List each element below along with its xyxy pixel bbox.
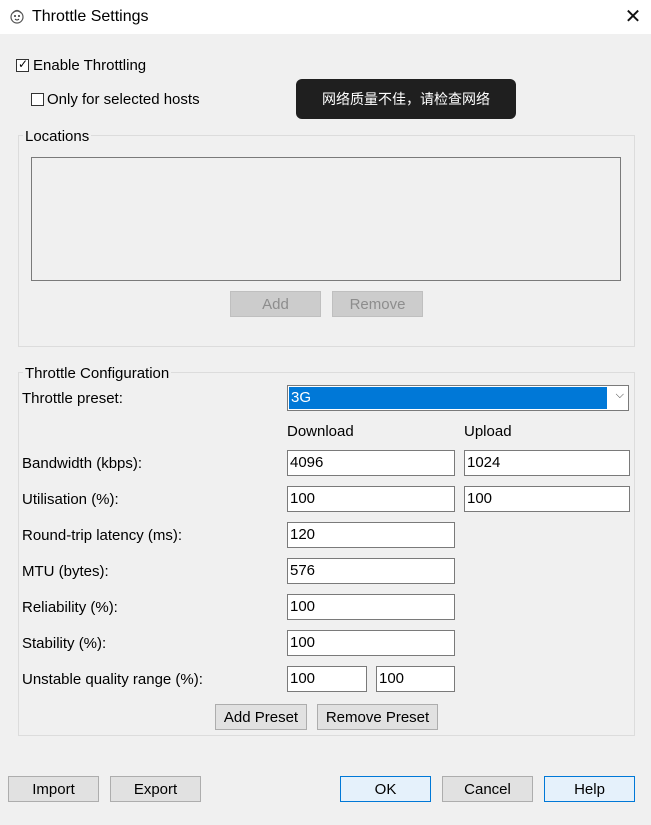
export-button[interactable]: Export (110, 776, 201, 802)
close-icon[interactable]: ✕ (625, 6, 642, 28)
throttle-preset-value[interactable]: 3G (289, 387, 607, 409)
import-button[interactable]: Import (8, 776, 99, 802)
cancel-button[interactable]: Cancel (442, 776, 533, 802)
add-preset-button[interactable]: Add Preset (215, 704, 307, 730)
utilisation-upload-input[interactable]: 100 (464, 486, 630, 512)
utilisation-download-input[interactable]: 100 (287, 486, 455, 512)
only-selected-hosts-checkbox[interactable] (31, 93, 44, 106)
bandwidth-upload-input[interactable]: 1024 (464, 450, 630, 476)
only-selected-hosts-label[interactable]: Only for selected hosts (47, 91, 200, 108)
locations-legend: Locations (23, 128, 92, 145)
utilisation-label: Utilisation (%): (22, 491, 119, 508)
stability-label: Stability (%): (22, 635, 107, 652)
latency-label: Round-trip latency (ms): (22, 527, 183, 544)
window-title: Throttle Settings (32, 8, 149, 25)
throttle-preset-select[interactable]: 3G ⌵ (287, 385, 629, 411)
stability-input[interactable]: 100 (287, 630, 455, 656)
enable-throttling-checkbox[interactable]: ✓ (16, 57, 29, 72)
throttle-configuration-legend: Throttle Configuration (23, 365, 172, 382)
remove-location-button[interactable]: Remove (332, 291, 423, 317)
locations-list[interactable] (31, 157, 621, 281)
upload-header: Upload (464, 423, 512, 440)
bandwidth-download-input[interactable]: 4096 (287, 450, 455, 476)
close-button[interactable]: ✕ (618, 3, 648, 31)
app-icon (8, 7, 26, 25)
unstable-quality-range-label: Unstable quality range (%): (22, 671, 203, 688)
bandwidth-label: Bandwidth (kbps): (22, 455, 143, 472)
help-button[interactable]: Help (544, 776, 635, 802)
throttle-preset-label: Throttle preset: (22, 390, 123, 407)
reliability-label: Reliability (%): (22, 599, 118, 616)
mtu-input[interactable]: 576 (287, 558, 455, 584)
add-location-button[interactable]: Add (230, 291, 321, 317)
checkmark-icon: ✓ (18, 57, 29, 71)
remove-preset-button[interactable]: Remove Preset (317, 704, 438, 730)
mtu-label: MTU (bytes): (22, 563, 109, 580)
latency-input[interactable]: 120 (287, 522, 455, 548)
enable-throttling-label[interactable]: Enable Throttling (33, 57, 146, 74)
reliability-input[interactable]: 100 (287, 594, 455, 620)
unstable-range-min-input[interactable]: 100 (287, 666, 367, 692)
download-header: Download (287, 423, 354, 440)
unstable-range-max-input[interactable]: 100 (376, 666, 455, 692)
network-warning-tooltip: 网络质量不佳，请检查网络 (296, 79, 516, 119)
chevron-down-icon[interactable]: ⌵ (616, 389, 624, 402)
ok-button[interactable]: OK (340, 776, 431, 802)
